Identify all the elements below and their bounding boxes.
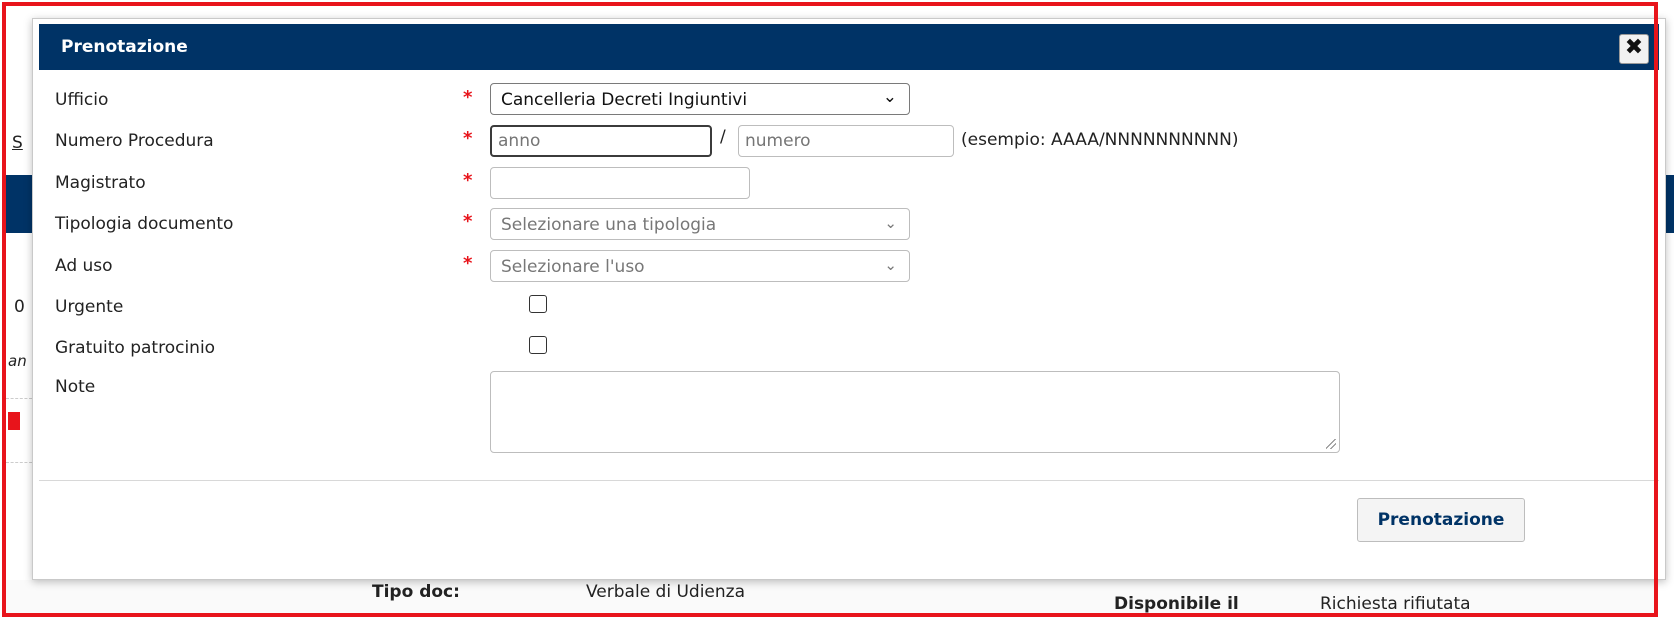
background-tipo-doc-label: Tipo doc: bbox=[372, 582, 460, 602]
ad-uso-label: Ad uso bbox=[55, 256, 113, 276]
background-disponibile-label: Disponibile il bbox=[1114, 594, 1239, 614]
dialog-titlebar: Prenotazione ✖ bbox=[39, 24, 1659, 70]
required-marker: * bbox=[463, 170, 473, 191]
ad-uso-select[interactable]: Selezionare l'uso ⌄ bbox=[490, 250, 910, 282]
dialog-title: Prenotazione bbox=[61, 37, 188, 57]
note-label: Note bbox=[55, 377, 96, 397]
ufficio-label: Ufficio bbox=[55, 90, 109, 110]
background-status: Richiesta rifiutata bbox=[1320, 594, 1471, 614]
chevron-down-icon: ⌄ bbox=[884, 256, 897, 274]
required-marker: * bbox=[463, 211, 473, 232]
required-marker: * bbox=[463, 253, 473, 274]
background-divider bbox=[6, 462, 32, 463]
background-divider bbox=[6, 398, 32, 399]
numero-procedura-label: Numero Procedura bbox=[55, 131, 214, 151]
background-tipo-doc-value: Verbale di Udienza bbox=[586, 582, 746, 602]
prenotazione-dialog: Prenotazione ✖ Ufficio * Cancelleria Dec… bbox=[32, 18, 1666, 580]
numero-format-hint: (esempio: AAAA/NNNNNNNNNN) bbox=[961, 130, 1239, 150]
urgente-label: Urgente bbox=[55, 297, 124, 317]
numero-separator: / bbox=[720, 127, 726, 147]
chevron-down-icon: ⌄ bbox=[884, 214, 897, 232]
chevron-down-icon: ⌄ bbox=[882, 87, 897, 107]
background-text-fragment: 0 bbox=[14, 297, 25, 317]
dialog-separator bbox=[39, 480, 1659, 481]
background-header-band bbox=[6, 175, 32, 233]
numero-input[interactable] bbox=[738, 125, 954, 157]
required-marker: * bbox=[463, 87, 473, 108]
tipologia-documento-placeholder: Selezionare una tipologia bbox=[501, 215, 717, 235]
magistrato-label: Magistrato bbox=[55, 173, 146, 193]
gratuito-patrocinio-label: Gratuito patrocinio bbox=[55, 338, 216, 358]
resize-grip-icon[interactable] bbox=[1326, 439, 1336, 449]
magistrato-input[interactable] bbox=[490, 167, 750, 199]
ad-uso-placeholder: Selezionare l'uso bbox=[501, 257, 645, 277]
anno-input[interactable] bbox=[490, 125, 712, 157]
tipologia-documento-label: Tipologia documento bbox=[55, 214, 234, 234]
ufficio-selected-value: Cancelleria Decreti Ingiuntivi bbox=[501, 90, 748, 110]
background-link-fragment: S bbox=[12, 133, 23, 153]
background-pdf-icon bbox=[8, 412, 20, 430]
ufficio-select[interactable]: Cancelleria Decreti Ingiuntivi ⌄ bbox=[490, 83, 910, 115]
urgente-checkbox[interactable] bbox=[529, 295, 547, 313]
gratuito-patrocinio-checkbox[interactable] bbox=[529, 336, 547, 354]
close-icon[interactable]: ✖ bbox=[1619, 34, 1649, 64]
note-textarea[interactable] bbox=[490, 371, 1340, 453]
prenotazione-submit-button[interactable]: Prenotazione bbox=[1357, 498, 1525, 542]
required-marker: * bbox=[463, 128, 473, 149]
background-text-fragment: an bbox=[8, 352, 27, 370]
tipologia-documento-select[interactable]: Selezionare una tipologia ⌄ bbox=[490, 208, 910, 240]
